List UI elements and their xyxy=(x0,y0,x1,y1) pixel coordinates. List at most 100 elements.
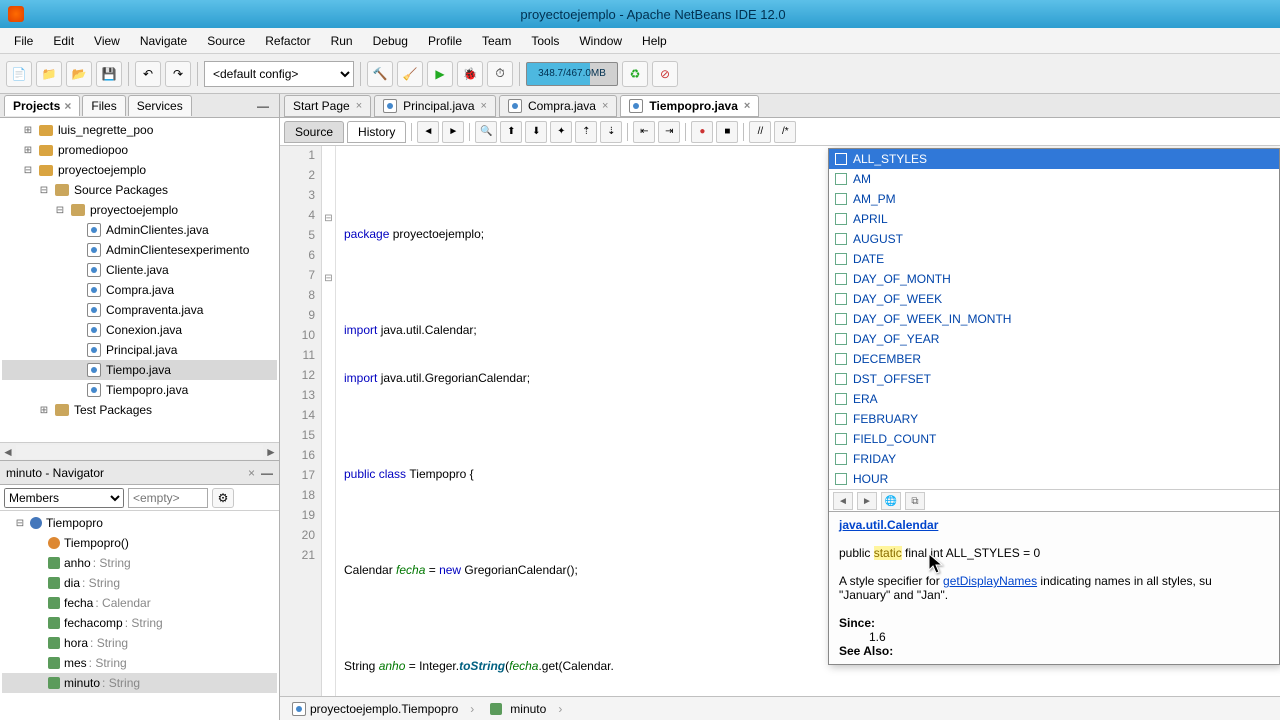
autocomplete-item[interactable]: DAY_OF_WEEK xyxy=(829,289,1279,309)
navigator-item[interactable]: ⊟Tiempopro xyxy=(2,513,277,533)
fold-marker[interactable] xyxy=(322,388,335,408)
redo-icon[interactable]: ↷ xyxy=(165,61,191,87)
navigator-tree[interactable]: ⊟TiempoproTiempopro()anho : Stringdia : … xyxy=(0,511,279,720)
fold-marker[interactable] xyxy=(322,368,335,388)
horizontal-scrollbar[interactable]: ◄ ► xyxy=(0,442,279,460)
menu-edit[interactable]: Edit xyxy=(43,30,84,52)
fold-marker[interactable] xyxy=(322,488,335,508)
navigator-item[interactable]: anho : String xyxy=(2,553,277,573)
autocomplete-item[interactable]: DST_OFFSET xyxy=(829,369,1279,389)
gc-icon[interactable]: ♻ xyxy=(622,61,648,87)
autocomplete-item[interactable]: AM xyxy=(829,169,1279,189)
next-bookmark-icon[interactable]: ⬇ xyxy=(525,121,547,143)
close-icon[interactable]: × xyxy=(744,100,750,112)
shift-left-icon[interactable]: ⇤ xyxy=(633,121,655,143)
autocomplete-item[interactable]: ALL_STYLES xyxy=(829,149,1279,169)
autocomplete-item[interactable]: APRIL xyxy=(829,209,1279,229)
tree-item[interactable]: Compra.java xyxy=(2,280,277,300)
tree-item[interactable]: ⊞Test Packages xyxy=(2,400,277,420)
code-editor[interactable]: 123456789101112131415161718192021 ⊟⊟ pac… xyxy=(280,146,1280,696)
tab-tiempopro[interactable]: Tiempopro.java× xyxy=(620,95,759,117)
menu-refactor[interactable]: Refactor xyxy=(255,30,320,52)
nav-fwd-icon[interactable]: ► xyxy=(442,121,464,143)
navigator-item[interactable]: fechacomp : String xyxy=(2,613,277,633)
menu-window[interactable]: Window xyxy=(569,30,632,52)
toggle-highlight-icon[interactable]: ✦ xyxy=(550,121,572,143)
run-config-select[interactable]: <default config> xyxy=(204,61,354,87)
fold-marker[interactable] xyxy=(322,508,335,528)
menu-file[interactable]: File xyxy=(4,30,43,52)
tab-start-page[interactable]: Start Page× xyxy=(284,95,371,117)
autocomplete-item[interactable]: ERA xyxy=(829,389,1279,409)
navigator-item[interactable]: minuto : String xyxy=(2,673,277,693)
expand-icon[interactable]: ⊟ xyxy=(54,205,66,216)
open-project-icon[interactable]: 📂 xyxy=(66,61,92,87)
close-icon[interactable]: × xyxy=(248,466,255,480)
fold-marker[interactable] xyxy=(322,168,335,188)
close-icon[interactable]: × xyxy=(602,100,608,112)
fold-marker[interactable] xyxy=(322,528,335,548)
expand-icon[interactable]: ⊞ xyxy=(38,405,50,416)
find-icon[interactable]: 🔍 xyxy=(475,121,497,143)
tree-item[interactable]: Cliente.java xyxy=(2,260,277,280)
debug-icon[interactable]: 🐞 xyxy=(457,61,483,87)
profile-icon[interactable]: ⏱ xyxy=(487,61,513,87)
menu-navigate[interactable]: Navigate xyxy=(130,30,197,52)
doc-fwd-icon[interactable]: ► xyxy=(857,492,877,510)
tree-item[interactable]: Tiempo.java xyxy=(2,360,277,380)
fold-marker[interactable] xyxy=(322,328,335,348)
shift-right-icon[interactable]: ⇥ xyxy=(658,121,680,143)
scroll-right-icon[interactable]: ► xyxy=(263,445,279,459)
expand-icon[interactable]: ⊟ xyxy=(22,165,34,176)
navigator-item[interactable]: hora : String xyxy=(2,633,277,653)
expand-icon[interactable]: ⊞ xyxy=(22,145,34,156)
fold-marker[interactable] xyxy=(322,188,335,208)
close-icon[interactable]: × xyxy=(64,99,71,113)
menu-team[interactable]: Team xyxy=(472,30,521,52)
expand-icon[interactable]: ⊟ xyxy=(38,185,50,196)
navigator-item[interactable]: Tiempopro() xyxy=(2,533,277,553)
fold-marker[interactable] xyxy=(322,548,335,568)
tree-item[interactable]: ⊟proyectoejemplo xyxy=(2,160,277,180)
prev-bookmark-icon[interactable]: ⬆ xyxy=(500,121,522,143)
breadcrumb-member[interactable]: minuto xyxy=(480,700,552,718)
scroll-left-icon[interactable]: ◄ xyxy=(0,445,16,459)
next-occurrence-icon[interactable]: ⇣ xyxy=(600,121,622,143)
tree-item[interactable]: ⊞luis_negrette_poo xyxy=(2,120,277,140)
autocomplete-list[interactable]: ALL_STYLESAMAM_PMAPRILAUGUSTDATEDAY_OF_M… xyxy=(829,149,1279,489)
menu-source[interactable]: Source xyxy=(197,30,255,52)
doc-class-link[interactable]: java.util.Calendar xyxy=(839,518,938,532)
fold-marker[interactable]: ⊟ xyxy=(322,268,335,288)
clean-build-icon[interactable]: 🧹 xyxy=(397,61,423,87)
fold-marker[interactable]: ⊟ xyxy=(322,208,335,228)
uncomment-icon[interactable]: /* xyxy=(774,121,796,143)
fold-marker[interactable] xyxy=(322,348,335,368)
fold-marker[interactable] xyxy=(322,288,335,308)
new-file-icon[interactable]: 📄 xyxy=(6,61,32,87)
autocomplete-item[interactable]: DECEMBER xyxy=(829,349,1279,369)
tree-item[interactable]: AdminClientes.java xyxy=(2,220,277,240)
autocomplete-item[interactable]: FEBRUARY xyxy=(829,409,1279,429)
tree-item[interactable]: Compraventa.java xyxy=(2,300,277,320)
tab-projects[interactable]: Projects× xyxy=(4,95,80,116)
view-source-tab[interactable]: Source xyxy=(284,121,344,143)
doc-window-icon[interactable]: ⧉ xyxy=(905,492,925,510)
fold-marker[interactable] xyxy=(322,308,335,328)
tree-item[interactable]: Tiempopro.java xyxy=(2,380,277,400)
fold-marker[interactable] xyxy=(322,148,335,168)
menu-help[interactable]: Help xyxy=(632,30,677,52)
doc-method-link[interactable]: getDisplayNames xyxy=(943,574,1037,588)
navigator-item[interactable]: mes : String xyxy=(2,653,277,673)
expand-icon[interactable]: ⊞ xyxy=(22,125,34,136)
fold-marker[interactable] xyxy=(322,468,335,488)
members-select[interactable]: Members xyxy=(4,488,124,508)
navigator-filter-input[interactable] xyxy=(128,488,208,508)
expand-icon[interactable]: ⊟ xyxy=(14,518,26,529)
doc-back-icon[interactable]: ◄ xyxy=(833,492,853,510)
autocomplete-item[interactable]: DATE xyxy=(829,249,1279,269)
fold-marker[interactable] xyxy=(322,248,335,268)
autocomplete-item[interactable]: AUGUST xyxy=(829,229,1279,249)
autocomplete-item[interactable]: DAY_OF_YEAR xyxy=(829,329,1279,349)
tree-item[interactable]: ⊟proyectoejemplo xyxy=(2,200,277,220)
fold-gutter[interactable]: ⊟⊟ xyxy=(322,146,336,696)
